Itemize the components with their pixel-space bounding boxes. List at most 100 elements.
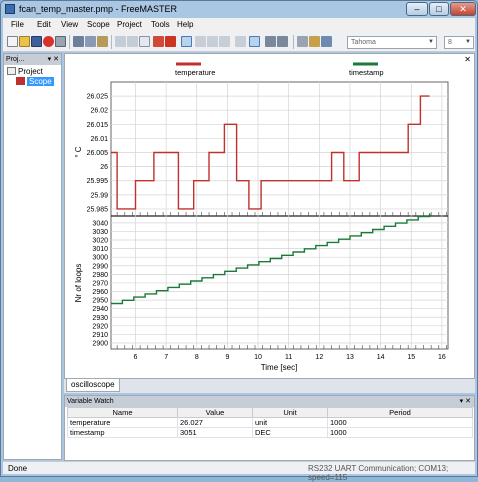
y-tick-label: 2950 — [92, 298, 108, 305]
app-window: fcan_temp_master.pmp - FreeMASTER – □ ✕ … — [0, 0, 478, 482]
x-tick-label: 9 — [225, 354, 229, 361]
menu-help[interactable]: Help — [177, 20, 193, 29]
close-button[interactable]: ✕ — [450, 2, 476, 16]
y-tick-label: 25.99 — [90, 192, 108, 199]
help-icon[interactable] — [321, 36, 332, 47]
temperature-y-ticks: 26.025 26.02 26.015 26.01 26.005 26 25.995 25.9… — [87, 94, 109, 214]
table-row[interactable]: timestamp 3051 DEC 1000 — [67, 427, 473, 438]
save-icon[interactable] — [31, 36, 42, 47]
copy-icon[interactable] — [85, 36, 96, 47]
y-tick-label: 25.995 — [87, 178, 109, 185]
settings-icon[interactable] — [309, 36, 320, 47]
timestamp-y-ticks: 3040303030203010300029902980297029602950… — [92, 220, 108, 347]
project-pane: Proj... ▾ ✕ Project Scope — [3, 53, 62, 460]
grid-icon[interactable] — [249, 36, 260, 47]
up-icon[interactable] — [265, 36, 276, 47]
y-tick-label: 3030 — [92, 229, 108, 236]
y-tick-label: 2920 — [92, 323, 108, 330]
menu-file[interactable]: File — [11, 20, 24, 29]
y-tick-label: 2990 — [92, 263, 108, 270]
print-icon[interactable] — [55, 36, 66, 47]
zoom-fit-icon[interactable] — [219, 36, 230, 47]
pane-pin-close-icon[interactable]: ▾ ✕ — [48, 54, 59, 65]
table-row[interactable]: temperature 26.027 unit 1000 — [67, 417, 473, 428]
title-bar: fcan_temp_master.pmp - FreeMASTER – □ ✕ — [1, 1, 477, 17]
x-tick-label: 12 — [315, 354, 323, 361]
oscilloscope-chart[interactable]: temperature timestamp 26.02526.0226.0152… — [65, 54, 474, 378]
close-icon[interactable]: ✕ — [464, 55, 471, 64]
cell-value: 3051 — [177, 427, 253, 438]
cursor-icon[interactable] — [181, 36, 192, 47]
y-tick-label: 26.005 — [87, 150, 109, 157]
cell-value: 26.027 — [177, 417, 253, 428]
font-select-value: Tahoma — [351, 39, 376, 46]
toolbar-separator — [69, 35, 70, 49]
column-header-unit[interactable]: Unit — [252, 407, 328, 418]
y-tick-label: 3040 — [92, 220, 108, 227]
y-tick-label: 2930 — [92, 315, 108, 322]
y-tick-label: 26 — [100, 164, 108, 171]
menu-edit[interactable]: Edit — [37, 20, 51, 29]
stop-icon[interactable] — [43, 36, 54, 47]
page-icon[interactable] — [139, 36, 150, 47]
project-icon — [7, 67, 16, 75]
zoom-out-icon[interactable] — [207, 36, 218, 47]
column-header-value[interactable]: Value — [177, 407, 253, 418]
x-tick-label: 10 — [254, 354, 262, 361]
font-size-select[interactable]: 8 ▼ — [444, 36, 474, 49]
tree-item-scope[interactable]: Scope — [16, 77, 54, 86]
x-tick-label: 15 — [407, 354, 415, 361]
maximize-button[interactable]: □ — [429, 2, 449, 16]
cut-icon[interactable] — [73, 36, 84, 47]
font-select[interactable]: Tahoma ▼ — [347, 36, 437, 49]
column-header-name[interactable]: Name — [67, 407, 178, 418]
menu-scope[interactable]: Scope — [87, 20, 110, 29]
temperature-plot-area — [110, 81, 449, 217]
scope-icon[interactable] — [153, 36, 164, 47]
status-bar: Done RS232 UART Communication; COM13; sp… — [3, 461, 475, 482]
y-tick-label: 26.025 — [87, 94, 109, 101]
window-title: fcan_temp_master.pmp - FreeMASTER — [19, 4, 178, 14]
y-tick-label: 2940 — [92, 306, 108, 313]
pane-pin-close-icon[interactable]: ▾ ✕ — [460, 396, 471, 407]
variable-watch-pane: Variable Watch ▾ ✕ Name Value Unit Perio… — [64, 395, 475, 461]
pan-icon[interactable] — [235, 36, 246, 47]
column-header-period[interactable]: Period — [327, 407, 473, 418]
time-axis-label: Time [sec] — [261, 363, 298, 372]
variable-watch-title: Variable Watch — [67, 398, 114, 405]
new-icon[interactable] — [7, 36, 18, 47]
legend-label-temperature: temperature — [175, 68, 215, 77]
tree-item-project[interactable]: Project — [7, 67, 43, 76]
toolbar-separator — [293, 35, 294, 49]
redo-icon[interactable] — [127, 36, 138, 47]
cell-period: 1000 — [327, 427, 473, 438]
timestamp-axis-label: Nr of loops — [74, 264, 83, 303]
y-tick-label: 3020 — [92, 238, 108, 245]
y-tick-label: 25.985 — [87, 206, 109, 213]
paste-icon[interactable] — [97, 36, 108, 47]
y-tick-label: 3010 — [92, 246, 108, 253]
toolbar-separator — [111, 35, 112, 49]
properties-icon[interactable] — [297, 36, 308, 47]
temperature-axis-label: ° C — [74, 146, 83, 157]
x-tick-label: 8 — [195, 354, 199, 361]
menu-bar: File Edit View Scope Project Tools Help — [3, 18, 475, 32]
open-icon[interactable] — [19, 36, 30, 47]
project-pane-header: Proj... ▾ ✕ — [4, 54, 61, 65]
document-tab-strip: oscilloscope — [64, 379, 475, 393]
x-tick-label: 6 — [134, 354, 138, 361]
y-tick-label: 26.015 — [87, 122, 109, 129]
menu-view[interactable]: View — [61, 20, 78, 29]
minimize-button[interactable]: – — [406, 2, 428, 16]
down-icon[interactable] — [277, 36, 288, 47]
menu-tools[interactable]: Tools — [151, 20, 170, 29]
zoom-icon[interactable] — [195, 36, 206, 47]
y-tick-label: 2970 — [92, 280, 108, 287]
cell-period: 1000 — [327, 417, 473, 428]
graph-icon[interactable] — [165, 36, 176, 47]
y-tick-label: 3000 — [92, 255, 108, 262]
y-tick-label: 2980 — [92, 272, 108, 279]
undo-icon[interactable] — [115, 36, 126, 47]
tab-oscilloscope[interactable]: oscilloscope — [66, 379, 120, 392]
menu-project[interactable]: Project — [117, 20, 142, 29]
